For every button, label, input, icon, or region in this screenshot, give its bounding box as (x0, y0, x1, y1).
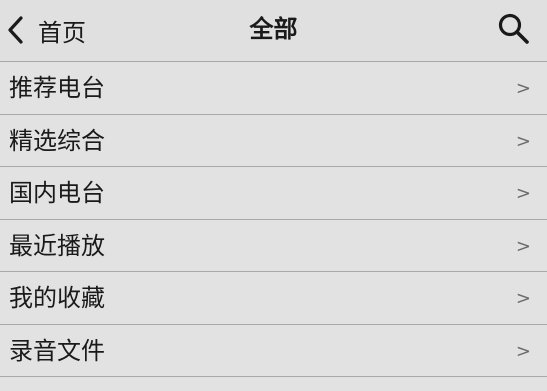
list-item-label: 精选综合 (9, 126, 105, 155)
list-item-label: 录音文件 (9, 336, 105, 365)
list-item-recently-played[interactable]: 最近播放 > (0, 220, 547, 272)
chevron-right-icon: > (515, 340, 531, 362)
search-button[interactable] (497, 12, 531, 46)
list-item-label: 最近播放 (9, 231, 105, 260)
chevron-right-icon: > (515, 235, 531, 257)
chevron-right-icon: > (515, 78, 531, 99)
back-label: 首页 (38, 18, 86, 47)
category-list: 推荐电台 > 精选综合 > 国内电台 > 最近播放 > 我的收藏 > 录音文件 … (0, 62, 547, 377)
list-item-recordings[interactable]: 录音文件 > (0, 325, 547, 377)
list-item-favorites[interactable]: 我的收藏 > (0, 272, 547, 325)
list-item-label: 国内电台 (9, 179, 105, 207)
list-item-label: 推荐电台 (9, 74, 105, 102)
list-item-featured[interactable]: 精选综合 > (0, 115, 547, 167)
chevron-right-icon: > (515, 130, 531, 152)
nav-bar: 首页 全部 (0, 0, 547, 62)
list-item-domestic-radio[interactable]: 国内电台 > (0, 167, 547, 220)
search-icon (498, 13, 529, 44)
list-item-label: 我的收藏 (9, 284, 105, 312)
chevron-left-icon (8, 16, 23, 44)
chevron-right-icon: > (515, 288, 531, 309)
list-item-recommended-radio[interactable]: 推荐电台 > (0, 62, 547, 115)
chevron-right-icon: > (515, 183, 531, 204)
back-button[interactable]: 首页 (4, 8, 86, 52)
